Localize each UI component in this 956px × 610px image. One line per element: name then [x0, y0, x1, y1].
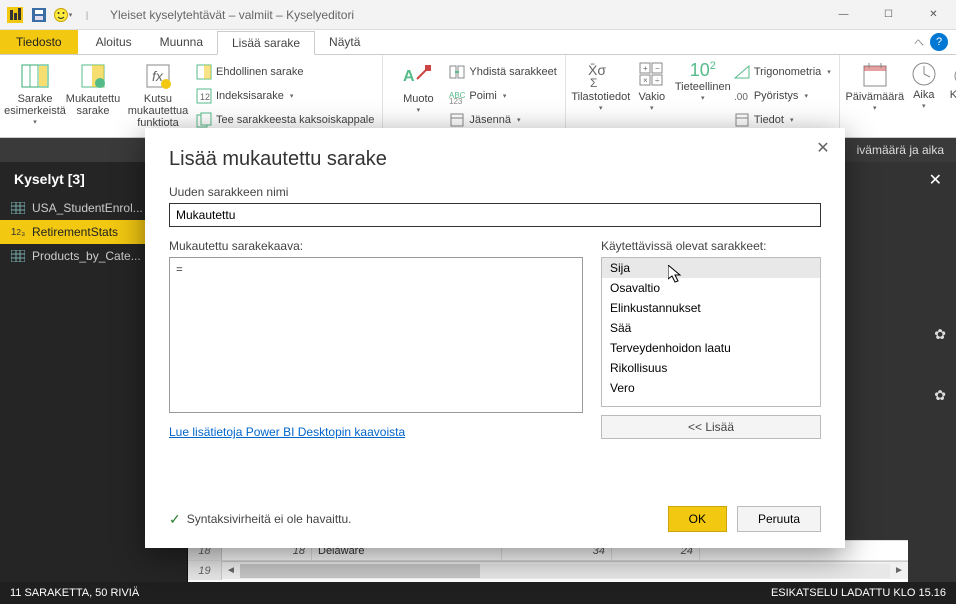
scroll-thumb[interactable] — [240, 564, 480, 578]
ribbon-collapse-icon[interactable]: へ — [914, 30, 930, 54]
extract-button[interactable]: ABC123 Poimi▾ — [447, 85, 558, 107]
list-item[interactable]: Terveydenhoidon laatu — [602, 338, 820, 358]
feedback-smile-icon[interactable]: ▾ — [52, 4, 74, 26]
window-title: Yleiset kyselytehtävät – valmiit – Kysel… — [102, 8, 821, 22]
formula-input[interactable]: = — [169, 257, 583, 413]
ribbon: Sarake esimerkeistä ▾ Mukautettu sarake … — [0, 55, 956, 138]
custom-column-button[interactable]: Mukautettu sarake — [64, 59, 122, 135]
column-from-examples-label: Sarake esimerkeistä — [4, 93, 66, 117]
qat-sep: | — [76, 4, 98, 26]
learn-more-link[interactable]: Lue lisätietoja Power BI Desktopin kaavo… — [169, 425, 583, 439]
duration-button[interactable]: Kesto ▾ — [944, 59, 956, 135]
title-bar: ▾ | Yleiset kyselytehtävät – valmiit – K… — [0, 0, 956, 30]
list-item[interactable]: Sija — [602, 258, 820, 278]
statistics-button[interactable]: X̄σΣ Tilastotiedot ▾ — [572, 59, 630, 135]
svg-text:−: − — [655, 64, 660, 73]
status-bar: 11 SARAKETTA, 50 RIVIÄ ESIKATSELU LADATT… — [0, 582, 956, 604]
row-header: 19 — [188, 561, 222, 580]
invoke-function-label: Kutsu mukautettua funktiota — [122, 93, 194, 129]
close-button[interactable]: ✕ — [911, 0, 956, 30]
context-bar-text: ivämäärä ja aika — [857, 143, 944, 157]
horizontal-scrollbar[interactable]: ◄ ► — [222, 561, 908, 579]
list-item[interactable]: Vero — [602, 378, 820, 398]
add-custom-column-dialog: ✕ Lisää mukautettu sarake Uuden sarakkee… — [145, 128, 845, 548]
panel-close-icon[interactable]: ✕ — [929, 170, 942, 190]
gear-icon[interactable]: ✿ — [908, 383, 956, 408]
list-item[interactable]: Rikollisuus — [602, 358, 820, 378]
app-icon[interactable] — [4, 4, 26, 26]
invoke-function-button[interactable]: fx Kutsu mukautettua funktiota — [122, 59, 194, 135]
svg-text:Σ: Σ — [590, 76, 597, 89]
gear-icon[interactable]: ✿ — [908, 322, 956, 347]
dialog-close-icon[interactable]: ✕ — [811, 136, 835, 160]
scroll-track[interactable] — [240, 564, 890, 578]
svg-text:123: 123 — [449, 97, 463, 104]
svg-text:.00: .00 — [734, 92, 748, 103]
help-icon[interactable]: ? — [930, 33, 948, 51]
tab-add-column[interactable]: Lisää sarake — [217, 31, 315, 55]
maximize-button[interactable]: ☐ — [866, 0, 911, 30]
number-icon: 12₃ — [10, 225, 26, 239]
time-button[interactable]: Aika ▾ — [904, 59, 944, 135]
ok-button[interactable]: OK — [668, 506, 727, 532]
status-left: 11 SARAKETTA, 50 RIVIÄ — [10, 587, 139, 599]
standard-button[interactable]: +−×÷ Vakio ▾ — [630, 59, 674, 135]
index-column-button[interactable]: 12 Indeksisarake▾ — [194, 85, 376, 107]
column-from-examples-button[interactable]: Sarake esimerkeistä ▾ — [6, 59, 64, 135]
minimize-button[interactable]: — — [821, 0, 866, 30]
ribbon-tabs: Tiedosto Aloitus Muunna Lisää sarake Näy… — [0, 30, 956, 55]
settings-column: ✿ ✿ — [908, 162, 956, 582]
conditional-column-button[interactable]: Ehdollinen sarake — [194, 61, 376, 83]
date-button[interactable]: Päivämäärä ▾ — [846, 59, 904, 135]
table-icon — [10, 201, 26, 215]
scientific-button[interactable]: 102 Tieteellinen ▾ — [674, 59, 732, 135]
window-controls: — ☐ ✕ — [821, 0, 956, 30]
scroll-right-icon[interactable]: ► — [890, 565, 908, 576]
scroll-left-icon[interactable]: ◄ — [222, 565, 240, 576]
cancel-button[interactable]: Peruuta — [737, 506, 821, 532]
tab-view[interactable]: Näytä — [315, 30, 374, 54]
svg-text:A: A — [403, 68, 415, 85]
quick-access-toolbar: ▾ | — [0, 4, 102, 26]
save-icon[interactable] — [28, 4, 50, 26]
formula-label: Mukautettu sarakekaava: — [169, 239, 583, 253]
rounding-button[interactable]: .00 Pyöristys▾ — [732, 85, 833, 107]
check-icon: ✓ — [169, 511, 181, 528]
svg-text:+: + — [643, 64, 648, 73]
table-icon — [10, 249, 26, 263]
svg-text:×: × — [643, 76, 648, 85]
new-column-name-label: Uuden sarakkeen nimi — [169, 185, 821, 199]
available-columns-label: Käytettävissä olevat sarakkeet: — [601, 239, 821, 253]
tab-home[interactable]: Aloitus — [82, 30, 146, 54]
available-columns-list[interactable]: Sija Osavaltio Elinkustannukset Sää Terv… — [601, 257, 821, 407]
insert-column-button[interactable]: << Lisää — [601, 415, 821, 439]
svg-text:12: 12 — [200, 92, 210, 102]
svg-text:÷: ÷ — [655, 76, 660, 85]
status-right: ESIKATSELU LADATTU KLO 15.16 — [771, 587, 946, 599]
tab-file[interactable]: Tiedosto — [0, 30, 78, 54]
dialog-title: Lisää mukautettu sarake — [169, 148, 821, 171]
syntax-text: Syntaksivirheitä ei ole havaittu. — [187, 512, 352, 526]
trig-button[interactable]: Trigonometria▾ — [732, 61, 833, 83]
list-item[interactable]: Sää — [602, 318, 820, 338]
format-button[interactable]: A Muoto ▾ — [389, 59, 447, 135]
list-item[interactable]: Elinkustannukset — [602, 298, 820, 318]
syntax-status: ✓ Syntaksivirheitä ei ole havaittu. — [169, 511, 352, 528]
custom-column-label: Mukautettu sarake — [64, 93, 122, 117]
merge-columns-button[interactable]: Yhdistä sarakkeet — [447, 61, 558, 83]
table-row[interactable]: 19 ◄ ► — [188, 560, 908, 580]
list-item[interactable]: Osavaltio — [602, 278, 820, 298]
mouse-cursor-icon — [668, 265, 684, 285]
tab-transform[interactable]: Muunna — [146, 30, 217, 54]
new-column-name-input[interactable] — [169, 203, 821, 227]
